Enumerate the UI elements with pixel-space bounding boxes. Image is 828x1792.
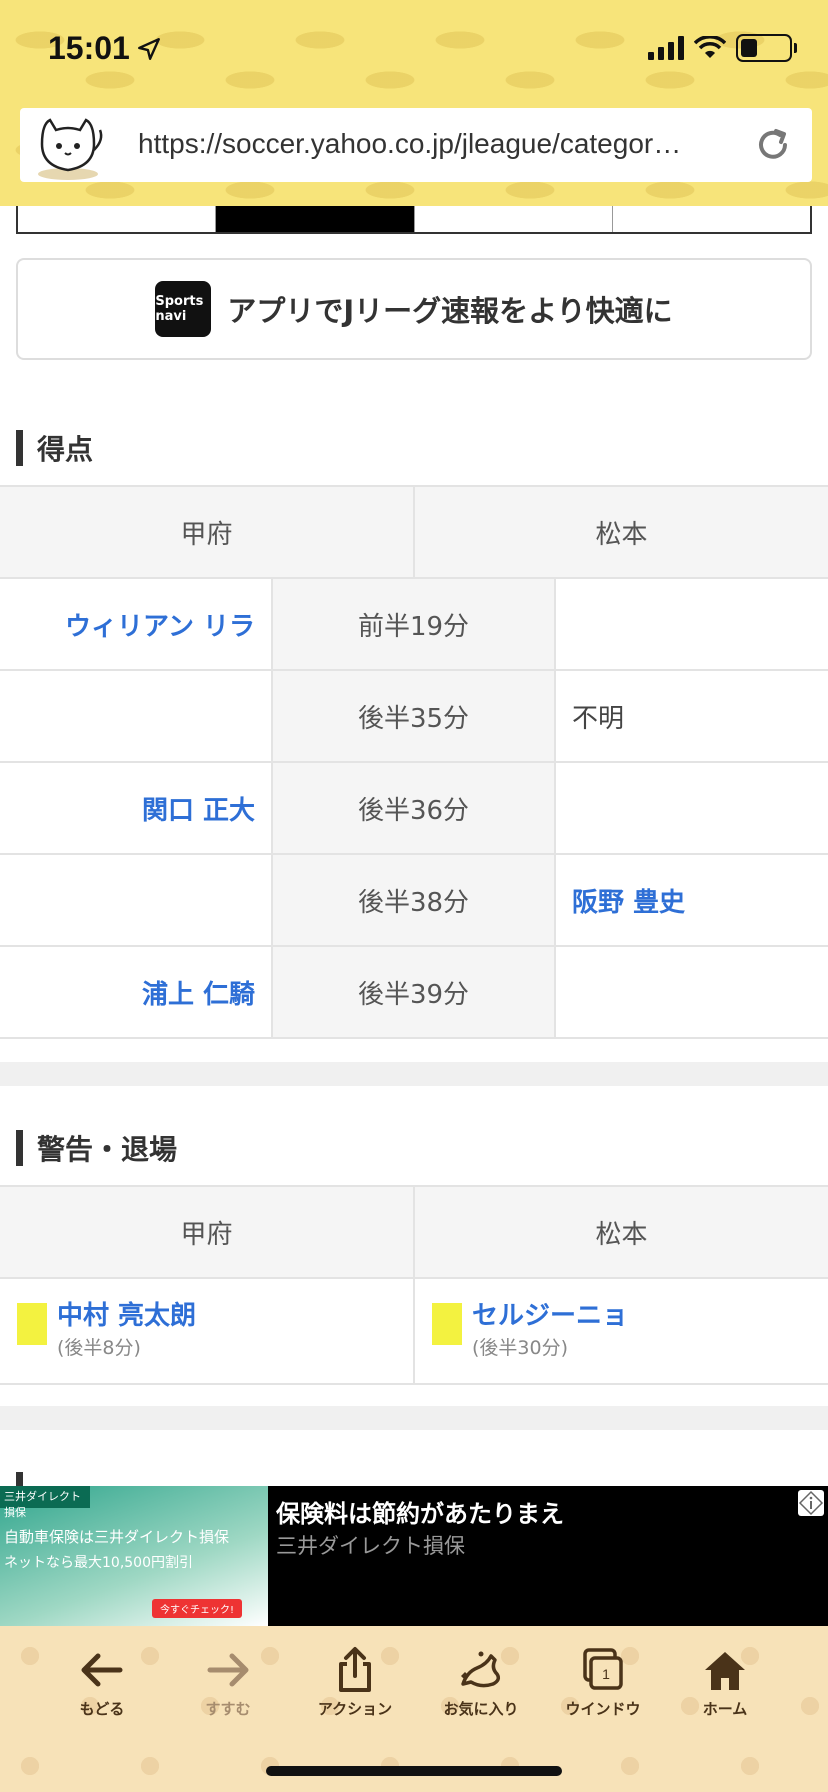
wifi-icon (694, 36, 726, 58)
ad-info-icon[interactable] (798, 1490, 824, 1516)
goal-away-player[interactable]: 阪野 豊史 (572, 888, 685, 918)
goals-title: 得点 (37, 433, 94, 466)
card-home-time: (後半8分) (57, 1337, 141, 1359)
home-icon (705, 1652, 745, 1690)
back-label: もどる (79, 1701, 125, 1718)
section-marker (16, 430, 23, 466)
goal-home-player[interactable]: ウィリアン リラ (65, 612, 255, 642)
window-button[interactable]: 1 ウインドウ (548, 1646, 658, 1719)
goal-row: 後半38分 阪野 豊史 (0, 853, 828, 947)
goal-away-player: 不明 (572, 703, 625, 734)
share-icon (339, 1647, 371, 1692)
home-indicator[interactable] (266, 1766, 562, 1776)
favorites-button[interactable]: お気に入り (426, 1646, 536, 1719)
tab-1[interactable] (18, 206, 217, 232)
cards-title: 警告・退場 (37, 1133, 178, 1166)
battery-icon (736, 34, 797, 62)
card-home-player[interactable]: 中村 亮太朗 (57, 1299, 196, 1333)
goal-time: 後半39分 (272, 945, 556, 1039)
fish-favorites-icon (461, 1651, 501, 1688)
forward-label: すすむ (205, 1701, 251, 1718)
goal-row: ウィリアン リラ 前半19分 (0, 577, 828, 671)
goal-time: 後半36分 (272, 761, 556, 855)
arrow-right-icon (207, 1653, 249, 1687)
section-divider (0, 1406, 828, 1430)
favorites-label: お気に入り (443, 1701, 519, 1718)
forward-button[interactable]: すすむ (173, 1646, 283, 1719)
reload-icon[interactable] (754, 126, 792, 164)
goal-home-player[interactable]: 浦上 仁騎 (142, 980, 255, 1010)
window-count: 1 (602, 1666, 610, 1682)
location-arrow-icon (138, 38, 160, 60)
ad-title[interactable]: 保険料は節約があたりまえ (276, 1494, 564, 1529)
app-promo-text: アプリでJリーグ速報をより快適に (227, 294, 673, 328)
address-bar[interactable]: https://soccer.yahoo.co.jp/jleague/categ… (20, 108, 812, 182)
windows-icon: 1 (583, 1648, 623, 1690)
app-promo-banner[interactable]: Sports navi アプリでJリーグ速報をより快適に (16, 258, 812, 360)
action-label: アクション (317, 1701, 393, 1718)
signal-icon (648, 36, 684, 60)
goal-row: 後半35分 不明 (0, 669, 828, 763)
goal-home-player[interactable]: 関口 正大 (142, 796, 255, 826)
goal-time: 前半19分 (272, 577, 556, 671)
window-label: ウインドウ (565, 1701, 641, 1718)
url-text[interactable]: https://soccer.yahoo.co.jp/jleague/categ… (138, 128, 758, 160)
ad-cta-button[interactable]: 今すぐチェック! (151, 1599, 242, 1618)
cards-away-team: 松本 (414, 1185, 828, 1279)
card-away-player[interactable]: セルジーニョ (472, 1299, 628, 1333)
cards-table: 甲府 松本 中村 亮太朗 (後半8分) セルジーニョ (後半30分) (0, 1185, 828, 1385)
home-button[interactable]: ホーム (670, 1646, 780, 1719)
ad-image-line2: ネットなら最大10,500円割引 (4, 1555, 193, 1571)
goal-time: 後半35分 (272, 669, 556, 763)
status-icons (648, 34, 797, 62)
section-divider (0, 1062, 828, 1086)
goal-row: 浦上 仁騎 後半39分 (0, 945, 828, 1039)
match-tab-strip (16, 206, 812, 234)
goals-section-header: 得点 (16, 430, 93, 466)
tab-4[interactable] (613, 206, 810, 232)
sportsnavi-logo: Sports navi (155, 281, 212, 337)
ad-image-line1: 自動車保険は三井ダイレクト損保 (4, 1528, 230, 1546)
cards-home-team: 甲府 (0, 1185, 415, 1279)
card-away-time: (後半30分) (472, 1337, 569, 1359)
back-button[interactable]: もどる (47, 1646, 157, 1719)
goals-table: ウィリアン リラ 前半19分 後半35分 不明 関口 正大 後半36分 後半38… (0, 577, 828, 1039)
status-time: 15:01 (48, 30, 130, 66)
tab-3[interactable] (415, 206, 613, 232)
goals-away-team: 松本 (414, 485, 828, 579)
cat-logo-icon[interactable] (28, 110, 108, 182)
section-marker (16, 1130, 23, 1166)
action-button[interactable]: アクション (300, 1646, 410, 1719)
yellow-card-icon (17, 1303, 47, 1345)
advertisement-banner[interactable]: 三井ダイレクト損保 自動車保険は三井ダイレクト損保 ネットなら最大10,500円… (0, 1486, 828, 1626)
ad-advertiser: 三井ダイレクト損保 (276, 1534, 465, 1558)
goals-home-team: 甲府 (0, 485, 415, 579)
arrow-left-icon (81, 1653, 123, 1687)
ad-image[interactable]: 三井ダイレクト損保 自動車保険は三井ダイレクト損保 ネットなら最大10,500円… (0, 1486, 268, 1626)
goal-row: 関口 正大 後半36分 (0, 761, 828, 855)
browser-top-bar: 15:01 https://soccer.yahoo.co.jp/jleague… (0, 0, 828, 206)
goals-header-table: 甲府 松本 (0, 485, 828, 579)
ad-brand: 三井ダイレクト損保 (0, 1486, 90, 1519)
goal-time: 後半38分 (272, 853, 556, 947)
yellow-card-icon (432, 1303, 462, 1345)
card-row: 中村 亮太朗 (後半8分) セルジーニョ (後半30分) (0, 1277, 828, 1385)
tab-2-active[interactable] (216, 206, 415, 232)
cards-section-header: 警告・退場 (16, 1130, 177, 1166)
home-label: ホーム (702, 1701, 748, 1718)
